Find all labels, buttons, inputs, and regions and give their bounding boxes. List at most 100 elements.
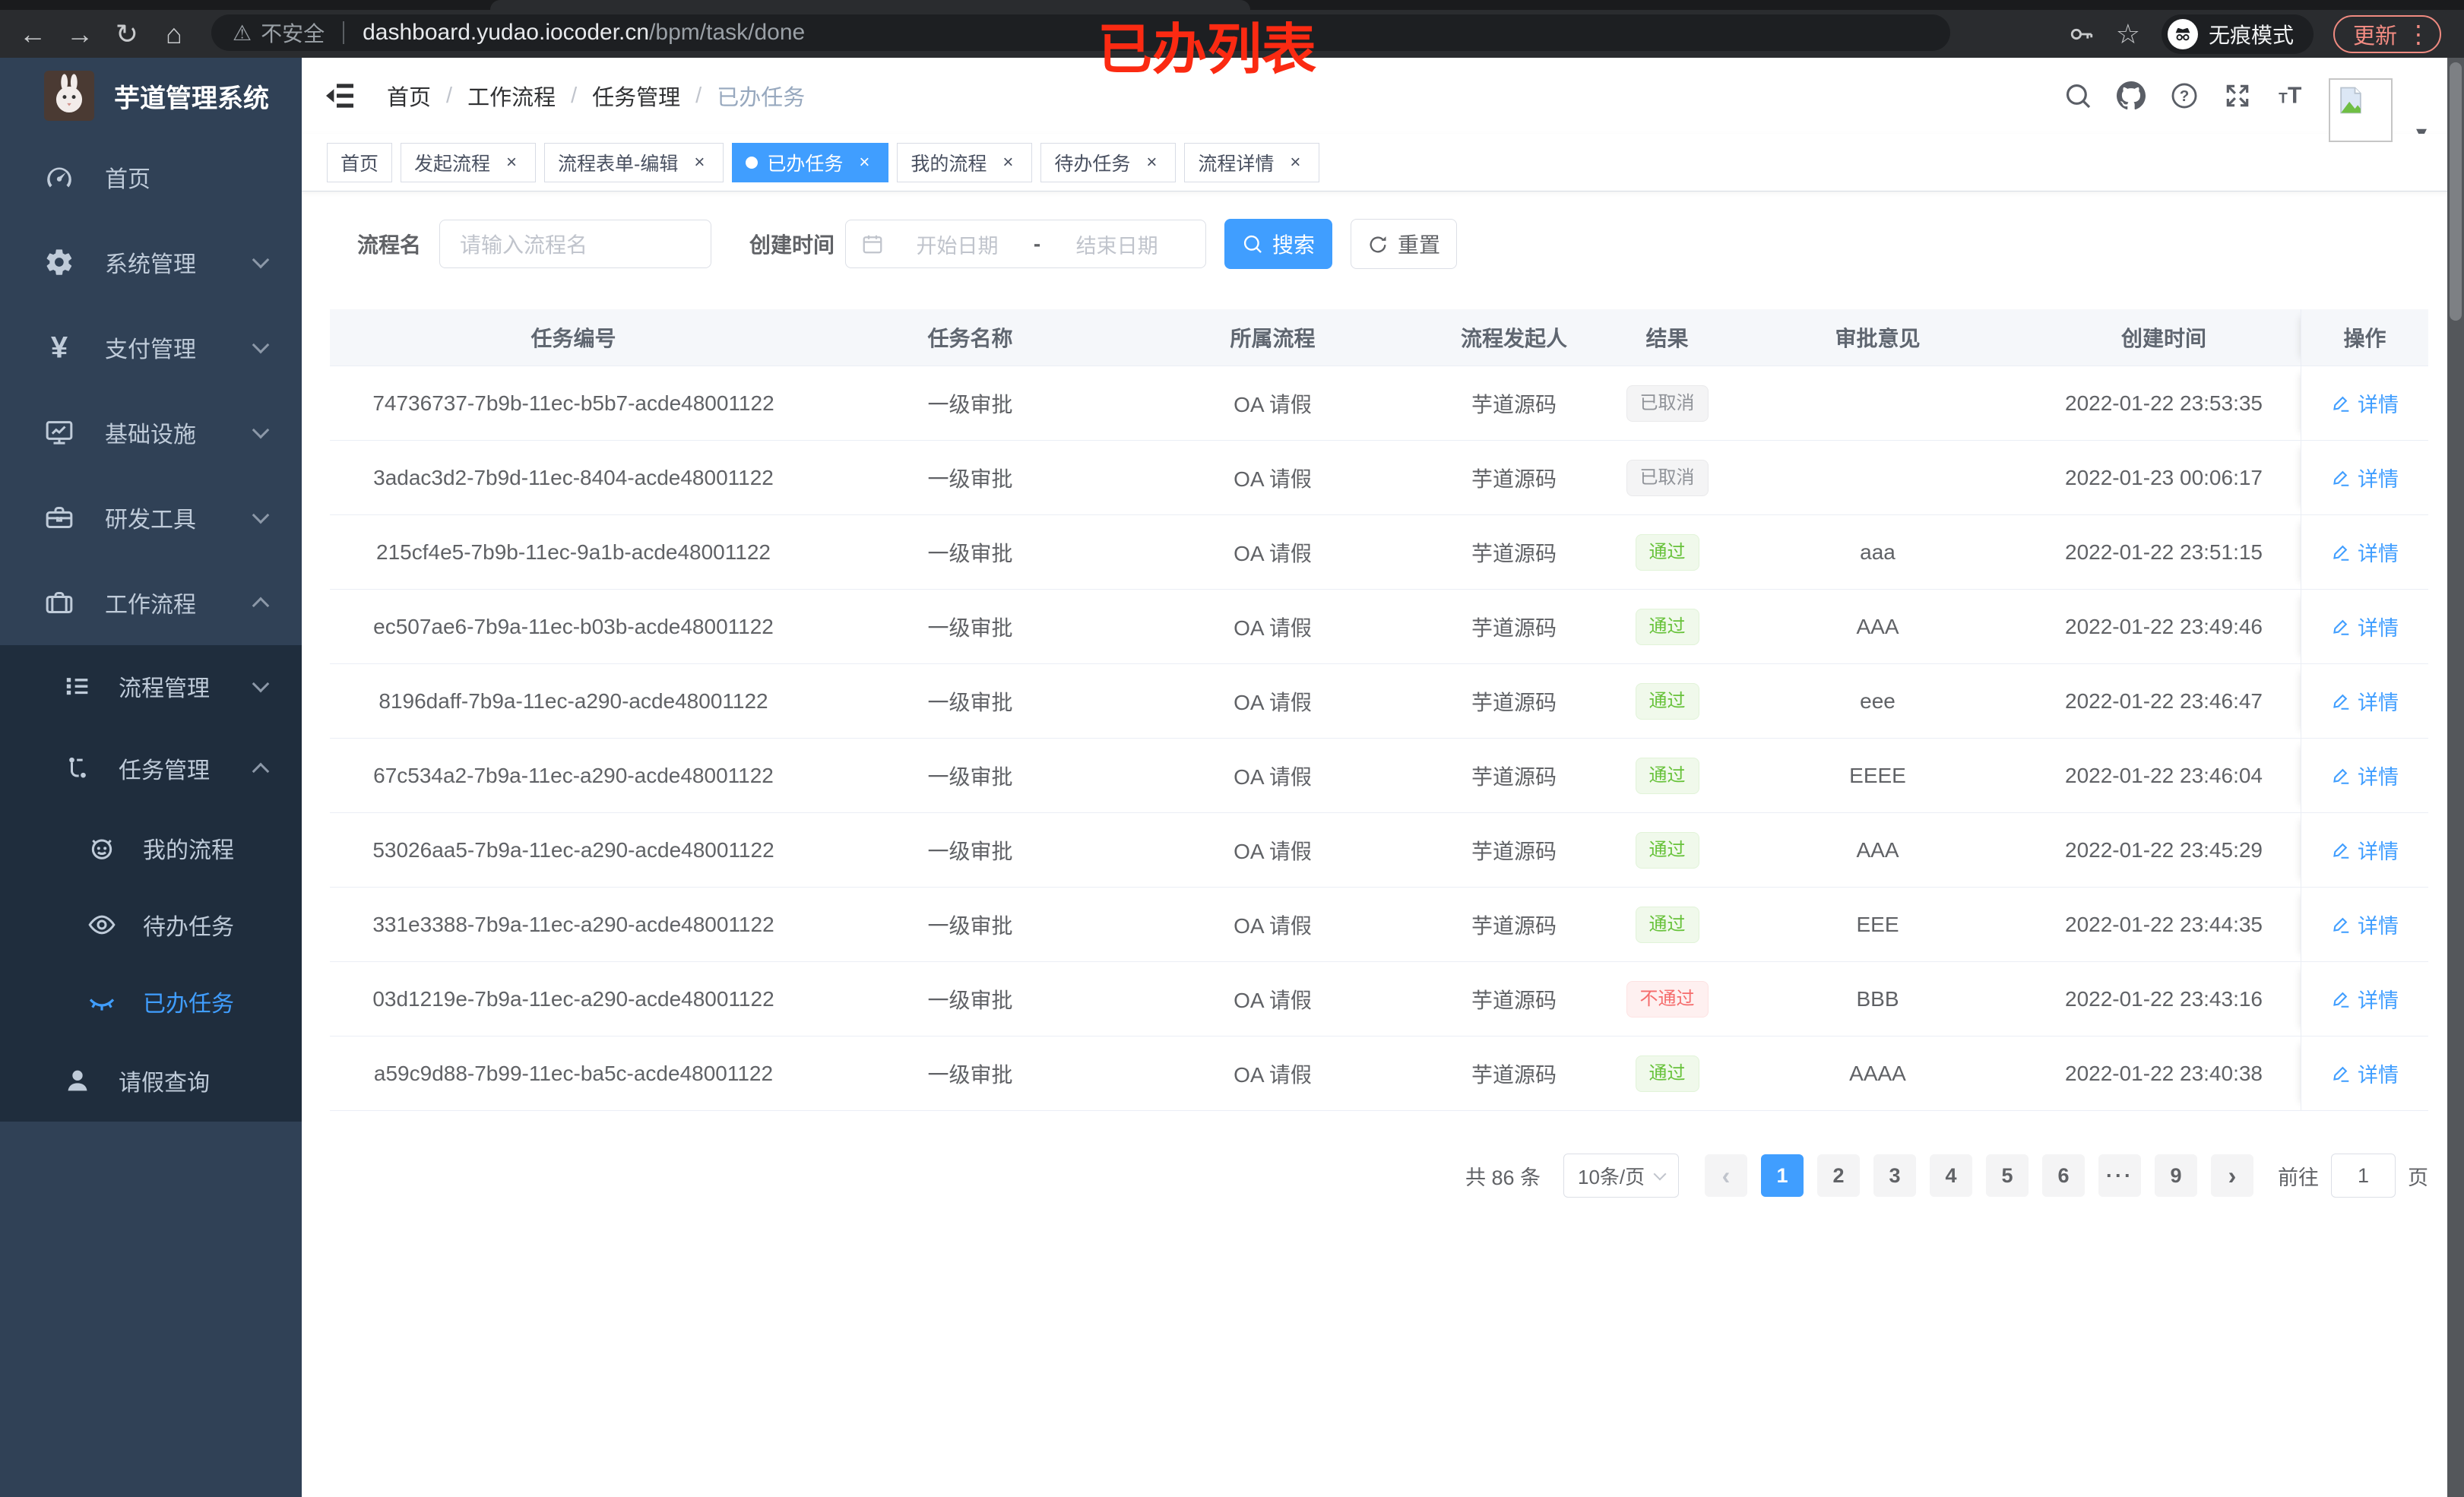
chevron-icon [252, 597, 270, 615]
reset-button[interactable]: 重置 [1351, 219, 1458, 269]
detail-link[interactable]: 详情 [2331, 910, 2399, 939]
page-button[interactable]: 5 [1986, 1154, 2029, 1197]
process-name-input[interactable]: 请输入流程名 [439, 220, 712, 268]
process-cell: OA 请假 [1234, 541, 1312, 565]
broken-image-icon [2334, 84, 2367, 117]
date-range-input[interactable]: 开始日期 - 结束日期 [845, 220, 1207, 268]
address-bar[interactable]: ⚠ 不安全 dashboard.yudao.iocoder.cn/bpm/tas… [211, 14, 1950, 51]
page-button[interactable]: › [2211, 1154, 2253, 1197]
breadcrumb-item[interactable]: 工作流程 [431, 80, 556, 112]
task-name-cell: 一级审批 [927, 764, 1013, 789]
close-icon[interactable]: × [689, 152, 710, 173]
result-badge: 已取消 [1626, 385, 1709, 422]
detail-link[interactable]: 详情 [2331, 984, 2399, 1014]
bookmark-star-icon[interactable]: ☆ [2116, 18, 2140, 50]
actions-cell: 详情 [2301, 888, 2428, 961]
sidebar-item[interactable]: 研发工具 [0, 475, 302, 560]
sidebar-subitem[interactable]: 我的流程 [0, 809, 302, 886]
process-cell: OA 请假 [1234, 392, 1312, 416]
sidebar-item[interactable]: 系统管理 [0, 220, 302, 305]
breadcrumb-item[interactable]: 首页 [387, 80, 431, 112]
github-icon[interactable] [2117, 81, 2146, 110]
sidebar-subitem[interactable]: 任务管理 [0, 727, 302, 809]
page-button[interactable]: 2 [1817, 1154, 1860, 1197]
page-button[interactable]: 1 [1761, 1154, 1804, 1197]
comment-cell [1728, 441, 2027, 514]
home-button[interactable]: ⌂ [150, 18, 198, 50]
sidebar-subitem[interactable]: 请假查询 [0, 1040, 302, 1122]
page-button[interactable]: 3 [1873, 1154, 1916, 1197]
tab[interactable]: 流程表单-编辑 × [544, 142, 724, 182]
breadcrumb-item[interactable]: 已办任务 [680, 80, 805, 112]
tab[interactable]: 发起流程 × [401, 142, 537, 182]
page-size-select[interactable]: 10条/页 [1563, 1154, 1679, 1198]
sidebar-item[interactable]: 支付管理 [0, 305, 302, 390]
avatar[interactable] [2329, 78, 2393, 142]
browser-menu-icon[interactable]: ⋮ [2406, 20, 2431, 49]
page-button[interactable]: ··· [2098, 1154, 2141, 1197]
reload-button[interactable]: ↻ [103, 18, 150, 50]
comment-cell: eee [1860, 688, 1896, 713]
detail-link[interactable]: 详情 [2331, 463, 2399, 492]
update-button[interactable]: 更新 ⋮ [2333, 14, 2441, 53]
page-button[interactable]: 4 [1930, 1154, 1972, 1197]
page-button[interactable]: 6 [2042, 1154, 2085, 1197]
back-button[interactable]: ← [9, 18, 56, 50]
tab[interactable]: 流程详情 × [1184, 142, 1320, 182]
fullscreen-icon[interactable] [2223, 81, 2252, 110]
close-icon[interactable]: × [501, 152, 522, 173]
actions-cell: 详情 [2301, 1037, 2428, 1110]
breadcrumb: 首页 工作流程 任务管理 已办任务 [387, 58, 805, 134]
detail-link[interactable]: 详情 [2331, 761, 2399, 790]
search-icon[interactable] [2063, 81, 2092, 110]
scrollbar-thumb[interactable] [2450, 62, 2462, 321]
tab[interactable]: 我的流程 × [897, 142, 1033, 182]
sidebar-subitem-icon [62, 1065, 93, 1096]
total-count: 共 86 条 [1465, 1166, 1541, 1189]
tab[interactable]: 已办任务 × [732, 142, 889, 182]
sidebar-subitem-icon [87, 986, 117, 1017]
sidebar-item-label: 首页 [105, 167, 150, 192]
detail-link[interactable]: 详情 [2331, 612, 2399, 641]
key-icon[interactable] [2069, 21, 2095, 47]
detail-link[interactable]: 详情 [2331, 388, 2399, 418]
result-cell: 已取消 [1606, 441, 1728, 514]
font-size-icon[interactable] [2276, 81, 2305, 110]
edit-icon [2331, 692, 2351, 711]
help-icon[interactable] [2170, 81, 2199, 110]
breadcrumb-item[interactable]: 任务管理 [556, 80, 680, 112]
tab[interactable]: 首页 × [327, 142, 393, 182]
sidebar-item[interactable]: 工作流程 [0, 560, 302, 645]
edit-icon [2331, 468, 2351, 488]
task-id-cell: 74736737-7b9b-11ec-b5b7-acde48001122 [372, 391, 774, 415]
sidebar-fold-icon[interactable] [321, 78, 358, 114]
sidebar-item[interactable]: 基础设施 [0, 390, 302, 475]
tab-label: 首页 [340, 153, 379, 175]
close-icon[interactable]: × [1141, 152, 1162, 173]
column-header: 任务名称 [927, 327, 1013, 350]
page-button[interactable]: 9 [2155, 1154, 2197, 1197]
sidebar-item[interactable]: 首页 [0, 135, 302, 220]
sidebar-subitem[interactable]: 流程管理 [0, 645, 302, 727]
process-cell: OA 请假 [1234, 913, 1312, 938]
url-path: /bpm/task/done [649, 20, 806, 45]
forward-button[interactable]: → [56, 18, 103, 50]
close-icon[interactable]: × [997, 152, 1018, 173]
sidebar-submenu: 流程管理 任务管理 我的流程 待办任务 已办任务 请假查询 [0, 645, 302, 1122]
page-button[interactable]: ‹ [1705, 1154, 1747, 1197]
sidebar-subitem[interactable]: 待办任务 [0, 886, 302, 963]
detail-link[interactable]: 详情 [2331, 537, 2399, 567]
security-warning-icon: ⚠ [233, 21, 252, 45]
detail-link[interactable]: 详情 [2331, 686, 2399, 716]
create-time-label: 创建时间 [749, 233, 835, 257]
close-icon[interactable]: × [1284, 152, 1306, 173]
detail-link[interactable]: 详情 [2331, 835, 2399, 865]
url-host: dashboard.yudao.iocoder.cn [363, 20, 650, 45]
goto-page-input[interactable]: 1 [2331, 1154, 2396, 1198]
close-icon[interactable]: × [854, 152, 875, 173]
sidebar-subitem[interactable]: 已办任务 [0, 963, 302, 1040]
search-button[interactable]: 搜索 [1224, 219, 1333, 269]
detail-link[interactable]: 详情 [2331, 1059, 2399, 1088]
sidebar-item-icon [44, 332, 74, 362]
tab[interactable]: 待办任务 × [1040, 142, 1177, 182]
